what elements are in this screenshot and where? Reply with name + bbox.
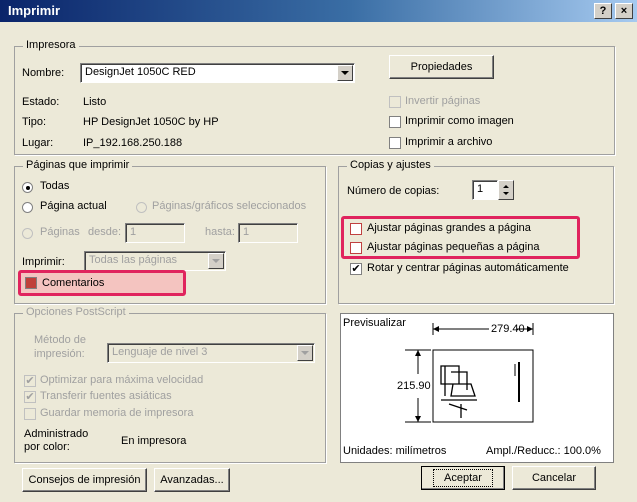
save-memory-label: Guardar memoria de impresora — [40, 407, 194, 419]
fit-large-label: Ajustar páginas grandes a página — [367, 222, 531, 234]
spinner-arrows-icon — [503, 185, 509, 195]
invert-pages-label: Invertir páginas — [405, 95, 481, 107]
print-dialog: Imprimir ? × Impresora Nombre: DesignJet… — [0, 0, 637, 502]
printer-name-value: DesignJet 1050C RED — [85, 66, 196, 78]
print-tips-button[interactable]: Consejos de impresión — [22, 468, 147, 492]
color-managed-label-line1: Administrado — [24, 428, 89, 440]
fit-large-checkbox[interactable] — [350, 223, 362, 235]
print-subset-select[interactable]: Todas las páginas — [84, 251, 226, 271]
chevron-down-icon — [212, 259, 220, 263]
from-input[interactable]: 1 — [125, 223, 185, 243]
status-value: Listo — [83, 96, 107, 108]
method-label-line1: Método de — [34, 334, 86, 346]
copies-spinner[interactable] — [498, 180, 514, 200]
postscript-legend: Opciones PostScript — [23, 306, 129, 318]
page-range-radio[interactable] — [22, 228, 33, 239]
printer-legend: Impresora — [23, 39, 79, 51]
from-value: 1 — [130, 226, 137, 238]
ok-button-label: Aceptar — [433, 469, 493, 487]
preview-units: Unidades: milímetros — [343, 445, 447, 457]
copies-legend: Copias y ajustes — [347, 159, 434, 171]
advanced-button[interactable]: Avanzadas... — [154, 468, 230, 492]
fit-small-label: Ajustar páginas pequeñas a página — [367, 241, 540, 253]
pages-legend: Páginas que imprimir — [23, 159, 133, 171]
preview-width-dimension: 279.40 — [491, 323, 525, 335]
status-label: Estado: — [22, 96, 60, 108]
preview-drawing — [405, 323, 534, 423]
preview-scale: Ampl./Reducc.: 100.0% — [486, 445, 601, 457]
preview-panel: Previsualizar 279.40 215.90 Unidades: mi… — [340, 313, 614, 463]
location-value: IP_192.168.250.188 — [83, 137, 183, 149]
copies-input[interactable]: 1 — [472, 180, 498, 200]
ok-button[interactable]: Aceptar — [421, 466, 505, 490]
close-button[interactable]: × — [615, 3, 633, 19]
to-label: hasta: — [205, 226, 235, 238]
print-subset-dropdown-button[interactable] — [208, 253, 224, 269]
help-button[interactable]: ? — [594, 3, 612, 19]
chevron-down-icon — [301, 351, 309, 355]
method-dropdown-button[interactable] — [297, 345, 313, 361]
method-select[interactable]: Lenguaje de nivel 3 — [107, 343, 315, 363]
transfer-fonts-checkbox[interactable]: ✔ — [24, 391, 36, 403]
from-label: desde: — [88, 226, 122, 238]
color-managed-value: En impresora — [121, 435, 187, 447]
properties-button[interactable]: Propiedades — [389, 55, 494, 79]
save-memory-checkbox[interactable] — [24, 408, 36, 420]
cancel-button[interactable]: Cancelar — [512, 466, 596, 490]
copies-value: 1 — [477, 183, 484, 195]
method-label-line2: impresión: — [34, 348, 85, 360]
print-to-file-label: Imprimir a archivo — [405, 136, 493, 148]
location-label: Lugar: — [22, 137, 54, 149]
all-pages-label: Todas — [40, 180, 70, 192]
invert-pages-checkbox[interactable] — [389, 96, 401, 108]
optimize-speed-label: Optimizar para máxima velocidad — [40, 374, 204, 386]
printer-dropdown-button[interactable] — [337, 65, 353, 81]
fit-small-checkbox[interactable] — [350, 242, 362, 254]
print-subset-label: Imprimir: — [22, 256, 65, 268]
to-input[interactable]: 1 — [238, 223, 298, 243]
title-bar: Imprimir ? × — [0, 0, 637, 22]
comments-label: Comentarios — [42, 277, 105, 289]
print-as-image-label: Imprimir como imagen — [405, 115, 514, 127]
current-page-label: Página actual — [40, 200, 107, 212]
selected-pages-radio[interactable] — [136, 202, 147, 213]
rotate-center-checkbox[interactable]: ✔ — [350, 263, 362, 275]
method-value: Lenguaje de nivel 3 — [112, 346, 208, 358]
optimize-speed-checkbox[interactable]: ✔ — [24, 375, 36, 387]
transfer-fonts-label: Transferir fuentes asiáticas — [40, 390, 172, 402]
print-to-file-checkbox[interactable] — [389, 137, 401, 149]
print-as-image-checkbox[interactable] — [389, 116, 401, 128]
selected-pages-label: Páginas/gráficos seleccionados — [152, 200, 307, 212]
current-page-radio[interactable] — [22, 202, 33, 213]
preview-height-dimension: 215.90 — [397, 380, 431, 392]
printer-name-select[interactable]: DesignJet 1050C RED — [80, 63, 355, 83]
print-subset-value: Todas las páginas — [89, 254, 178, 266]
to-value: 1 — [243, 226, 250, 238]
rotate-center-label: Rotar y centrar páginas automáticamente — [367, 262, 569, 274]
type-label: Tipo: — [22, 116, 47, 128]
printer-name-label: Nombre: — [22, 67, 65, 79]
page-range-label: Páginas — [40, 226, 80, 238]
window-title: Imprimir — [8, 3, 61, 18]
copies-label: Número de copias: — [347, 185, 440, 197]
chevron-down-icon — [341, 71, 349, 75]
type-value: HP DesignJet 1050C by HP — [83, 116, 219, 128]
all-pages-radio[interactable] — [22, 182, 33, 193]
color-managed-label-line2: por color: — [24, 441, 70, 453]
comments-checkbox[interactable] — [25, 277, 37, 289]
